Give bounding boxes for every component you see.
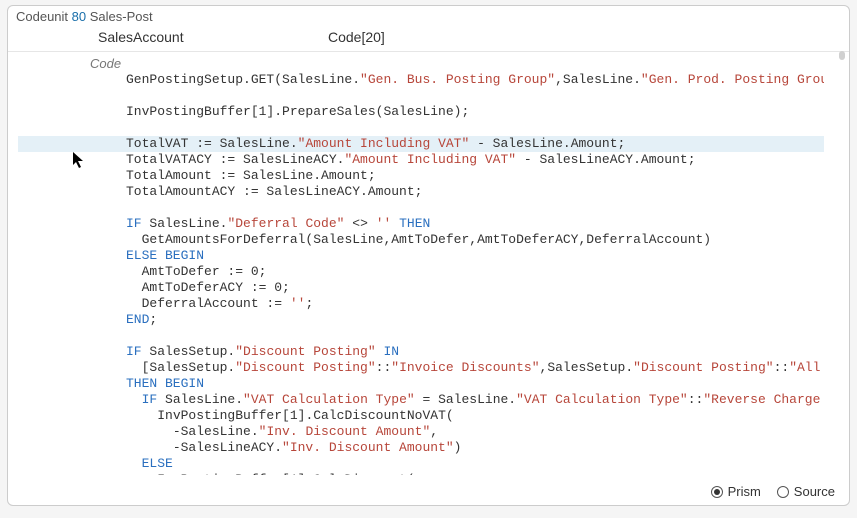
header-col-type: Code[20] — [328, 29, 849, 45]
code-line[interactable]: AmtToDeferACY := 0; — [18, 280, 824, 296]
code-line[interactable]: GetAmountsForDeferral(SalesLine,AmtToDef… — [18, 232, 824, 248]
code-line[interactable] — [18, 328, 824, 344]
code-section-label: Code — [90, 56, 121, 71]
code-line[interactable]: InvPostingBuffer[1].CalcDiscountNoVAT( — [18, 408, 824, 424]
code-line[interactable]: -SalesLine."Inv. Discount Amount", — [18, 424, 824, 440]
radio-source-label: Source — [794, 484, 835, 499]
code-line[interactable]: TotalAmount := SalesLine.Amount; — [18, 168, 824, 184]
radio-dot-icon — [777, 486, 789, 498]
code-line[interactable]: IF SalesLine."Deferral Code" <> '' THEN — [18, 216, 824, 232]
header-col-name: SalesAccount — [8, 29, 328, 45]
code-line[interactable]: IF SalesLine."VAT Calculation Type" = Sa… — [18, 392, 824, 408]
code-area[interactable]: Code GenPostingSetup.GET(SalesLine."Gen.… — [18, 56, 824, 475]
window-title: Codeunit 80 Sales-Post — [8, 6, 849, 25]
radio-dot-icon — [711, 486, 723, 498]
scrollbar-track[interactable] — [837, 34, 845, 477]
code-line[interactable] — [18, 120, 824, 136]
code-line[interactable]: IF SalesSetup."Discount Posting" IN — [18, 344, 824, 360]
code-line[interactable]: TotalAmountACY := SalesLineACY.Amount; — [18, 184, 824, 200]
code-line[interactable]: AmtToDefer := 0; — [18, 264, 824, 280]
code-line[interactable]: TotalVATACY := SalesLineACY."Amount Incl… — [18, 152, 824, 168]
code-line[interactable]: DeferralAccount := ''; — [18, 296, 824, 312]
radio-prism-label: Prism — [728, 484, 761, 499]
column-header-row: SalesAccount Code[20] — [8, 25, 849, 52]
code-line[interactable] — [18, 88, 824, 104]
code-line[interactable]: END; — [18, 312, 824, 328]
code-line[interactable] — [18, 200, 824, 216]
code-line[interactable]: [SalesSetup."Discount Posting"::"Invoice… — [18, 360, 824, 376]
title-number: 80 — [72, 9, 86, 24]
code-line[interactable]: InvPostingBuffer[1].CalcDiscount( — [18, 472, 824, 475]
code-line[interactable]: THEN BEGIN — [18, 376, 824, 392]
title-prefix: Codeunit — [16, 9, 68, 24]
scrollbar-thumb[interactable] — [839, 51, 845, 60]
code-line[interactable]: GenPostingSetup.GET(SalesLine."Gen. Bus.… — [18, 72, 824, 88]
code-line[interactable]: ELSE BEGIN — [18, 248, 824, 264]
view-mode-footer: Prism Source — [711, 484, 835, 499]
cursor-icon — [72, 151, 86, 169]
code-block[interactable]: GenPostingSetup.GET(SalesLine."Gen. Bus.… — [18, 72, 824, 475]
code-line[interactable]: ELSE — [18, 456, 824, 472]
code-line[interactable]: InvPostingBuffer[1].PrepareSales(SalesLi… — [18, 104, 824, 120]
editor-window: Codeunit 80 Sales-Post SalesAccount Code… — [7, 5, 850, 506]
code-line[interactable]: TotalVAT := SalesLine."Amount Including … — [18, 136, 824, 152]
title-name: Sales-Post — [90, 9, 153, 24]
radio-prism[interactable]: Prism — [711, 484, 761, 499]
code-line[interactable]: -SalesLineACY."Inv. Discount Amount") — [18, 440, 824, 456]
radio-source[interactable]: Source — [777, 484, 835, 499]
